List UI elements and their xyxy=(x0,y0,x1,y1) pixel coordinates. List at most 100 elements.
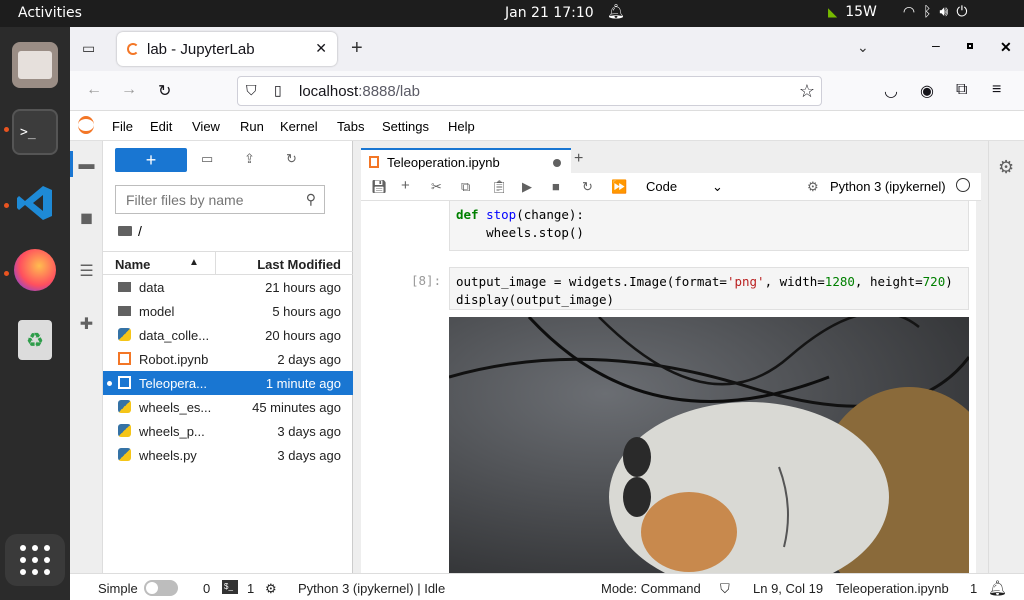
breadcrumb[interactable]: / xyxy=(118,223,142,239)
notification-bell-icon[interactable]: 🔔︎ xyxy=(988,579,1007,597)
trash-app-icon[interactable]: ♻ xyxy=(12,317,58,363)
menu-settings[interactable]: Settings xyxy=(382,119,429,134)
file-row[interactable]: model 5 hours ago xyxy=(103,299,353,323)
refresh-icon[interactable]: ↻ xyxy=(286,151,297,167)
python-file-icon xyxy=(118,400,131,413)
menu-kernel[interactable]: Kernel xyxy=(280,119,318,134)
extensions-icon[interactable]: ⧉ xyxy=(956,81,967,99)
copy-icon[interactable]: ⧉ xyxy=(461,179,470,195)
minimize-window-button[interactable]: – xyxy=(932,37,940,53)
terminal-count[interactable]: 0 xyxy=(203,581,210,596)
tab-list-icon[interactable]: ▭ xyxy=(82,40,95,57)
reload-icon[interactable]: ↻ xyxy=(158,81,171,101)
cursor-position[interactable]: Ln 9, Col 19 xyxy=(753,581,823,596)
new-tab-button[interactable]: + xyxy=(351,37,363,60)
forward-icon[interactable]: → xyxy=(121,81,137,99)
system-tray[interactable]: ◣ 15W ◠ ᛒ 🔊︎ ⏻ xyxy=(828,4,967,20)
notebook-body[interactable]: def stop(change): wheels.stop() [8]: out… xyxy=(361,201,976,573)
code-cell[interactable]: def stop(change): wheels.stop() xyxy=(449,201,969,251)
clock[interactable]: Jan 21 17:10 xyxy=(505,5,594,21)
vscode-app-icon[interactable] xyxy=(12,180,58,226)
file-name: model xyxy=(139,304,175,319)
code-text: , height= xyxy=(854,274,923,289)
code-number: 720 xyxy=(922,274,946,289)
menu-edit[interactable]: Edit xyxy=(150,119,172,134)
add-tab-button[interactable]: + xyxy=(574,150,583,168)
filter-files-input[interactable]: Filter files by name ⚲ xyxy=(115,185,325,214)
unsaved-indicator-icon[interactable] xyxy=(553,159,561,167)
back-icon[interactable]: ← xyxy=(86,81,102,99)
jupyter-favicon-icon xyxy=(127,43,139,55)
column-last-modified[interactable]: Last Modified xyxy=(257,257,341,272)
insert-cell-icon[interactable]: + xyxy=(401,177,410,194)
notebook-icon xyxy=(369,156,379,168)
kernel-count[interactable]: 1 xyxy=(247,581,254,596)
url-bar[interactable]: ⛉ ▯ localhost:8888/lab ☆ xyxy=(237,76,822,106)
column-name[interactable]: Name xyxy=(115,257,150,272)
property-inspector-icon[interactable]: ⚙ xyxy=(998,157,1014,178)
left-sidebar-tabs: ▬ ◼ ☰ ✚ xyxy=(70,141,103,573)
file-row[interactable]: wheels_p... 3 days ago xyxy=(103,419,353,443)
terminal-app-icon[interactable]: >_ xyxy=(12,109,58,155)
app-menu-icon[interactable]: ≡ xyxy=(992,81,1001,99)
cell-type-select[interactable]: Code ⌄ xyxy=(646,179,726,194)
maximize-window-button[interactable] xyxy=(967,43,973,49)
run-all-icon[interactable]: ⏩ xyxy=(611,179,627,195)
upload-icon[interactable]: ⇪ xyxy=(244,151,255,167)
python-file-icon xyxy=(118,328,131,341)
kernel-status-text[interactable]: Python 3 (ipykernel) | Idle xyxy=(298,581,445,596)
running-indicator xyxy=(107,381,112,386)
notebook-tab[interactable]: Teleoperation.ipynb xyxy=(361,148,571,173)
menu-run[interactable]: Run xyxy=(240,119,264,134)
run-cell-icon[interactable]: ▶ xyxy=(522,179,532,195)
simple-mode-toggle[interactable] xyxy=(144,580,178,596)
file-name: data xyxy=(139,280,165,295)
kernel-name[interactable]: Python 3 (ipykernel) xyxy=(830,179,946,194)
account-icon[interactable]: ◉ xyxy=(920,81,934,101)
files-app-icon[interactable] xyxy=(12,42,58,88)
show-apps-button[interactable] xyxy=(5,534,65,586)
browser-tab[interactable]: lab - JupyterLab ✕ xyxy=(117,32,337,66)
bookmark-star-icon[interactable]: ☆ xyxy=(799,81,815,102)
file-row[interactable]: data_colle... 20 hours ago xyxy=(103,323,353,347)
menu-tabs[interactable]: Tabs xyxy=(337,119,364,134)
save-icon[interactable]: 💾︎ xyxy=(371,179,388,195)
firefox-app-icon[interactable] xyxy=(12,247,58,293)
running-sessions-icon[interactable]: ◼ xyxy=(77,208,96,227)
paste-icon[interactable]: 📋︎ xyxy=(491,179,508,195)
cut-icon[interactable]: ✂ xyxy=(431,179,442,195)
file-browser-icon[interactable]: ▬ xyxy=(77,155,96,174)
file-row[interactable]: Robot.ipynb 2 days ago xyxy=(103,347,353,371)
menu-help[interactable]: Help xyxy=(448,119,475,134)
dock: >_ ♻ xyxy=(0,27,70,600)
table-of-contents-icon[interactable]: ☰ xyxy=(77,261,96,280)
interrupt-icon[interactable]: ■ xyxy=(552,179,560,194)
pocket-icon[interactable]: ◡ xyxy=(884,81,898,101)
close-window-button[interactable]: ✕ xyxy=(1000,39,1012,56)
notification-count: 1 xyxy=(970,581,978,596)
file-row-selected[interactable]: Teleopera... 1 minute ago xyxy=(103,371,353,395)
file-name: wheels_es... xyxy=(139,400,212,415)
extension-manager-icon[interactable]: ✚ xyxy=(77,314,96,333)
site-info-icon[interactable]: ⛉ xyxy=(246,82,257,99)
code-cell[interactable]: output_image = widgets.Image(format='png… xyxy=(449,267,969,310)
sort-ascending-icon: ▲ xyxy=(189,257,199,268)
notification-bell-icon[interactable]: 🔔︎ xyxy=(607,4,625,20)
new-launcher-button[interactable]: + xyxy=(115,148,187,172)
activities-button[interactable]: Activities xyxy=(18,5,82,21)
debugger-icon[interactable]: ⚙ xyxy=(807,179,819,195)
breadcrumb-root[interactable]: / xyxy=(138,223,142,239)
menu-view[interactable]: View xyxy=(192,119,220,134)
menu-file[interactable]: File xyxy=(112,119,133,134)
file-row[interactable]: wheels_es... 45 minutes ago xyxy=(103,395,353,419)
code-text: , width= xyxy=(764,274,825,289)
new-folder-icon[interactable]: ▭ xyxy=(201,151,213,167)
notebook-tab-title: Teleoperation.ipynb xyxy=(387,155,500,170)
file-row[interactable]: data 21 hours ago xyxy=(103,275,353,299)
restart-kernel-icon[interactable]: ↻ xyxy=(582,179,593,195)
file-row[interactable]: wheels.py 3 days ago xyxy=(103,443,353,467)
kernel-status-icon xyxy=(956,178,970,192)
list-all-tabs-icon[interactable]: ⌄ xyxy=(857,39,869,56)
shield-icon[interactable]: ⛉ xyxy=(720,581,730,597)
close-tab-icon[interactable]: ✕ xyxy=(315,40,327,57)
